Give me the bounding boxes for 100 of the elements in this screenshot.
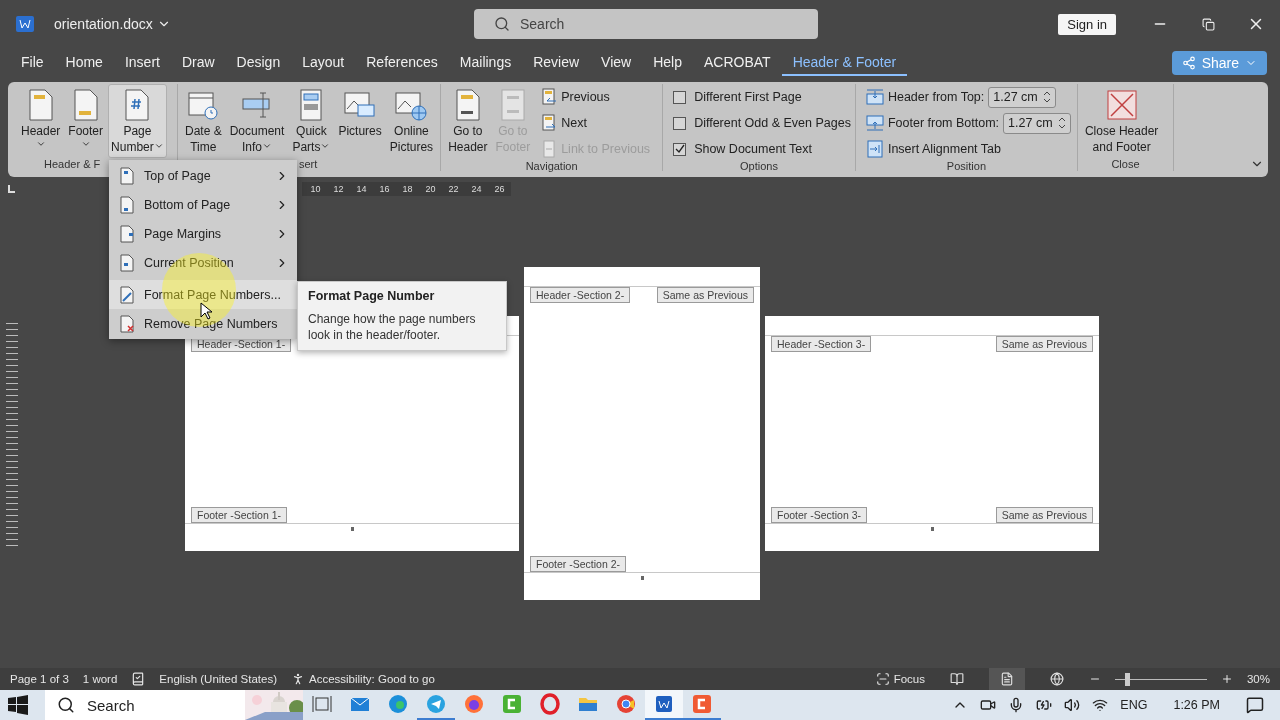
- field-label: Header from Top:: [887, 90, 985, 104]
- input-language[interactable]: ENG: [1120, 698, 1148, 712]
- language[interactable]: English (United States): [159, 673, 277, 685]
- wifi-icon[interactable]: [1092, 697, 1109, 713]
- ribbon-button[interactable]: Go to Header: [445, 84, 491, 158]
- ribbon-tab[interactable]: Draw: [170, 50, 226, 76]
- ruler-number: 10: [309, 184, 322, 194]
- ribbon-command[interactable]: Next: [541, 112, 651, 134]
- spin-arrows-icon[interactable]: [1043, 90, 1052, 104]
- word-count[interactable]: 1 word: [82, 673, 118, 685]
- page-number-icon: [123, 89, 152, 121]
- footer-tag: Footer -Section 3-: [771, 506, 868, 523]
- checkbox[interactable]: [673, 142, 687, 156]
- header-page-icon: [26, 89, 55, 121]
- menu-item[interactable]: Format Page Numbers...: [109, 280, 297, 309]
- zoom-in-icon[interactable]: [1220, 673, 1233, 685]
- field-label: Footer from Bottom:: [887, 116, 1000, 130]
- ribbon-button[interactable]: Document Info: [226, 84, 288, 158]
- ribbon-tab[interactable]: View: [590, 50, 643, 76]
- ribbon-tab[interactable]: Help: [642, 50, 693, 76]
- spin-field[interactable]: 1.27 cm: [988, 86, 1057, 108]
- ribbon-tab[interactable]: Insert: [113, 50, 171, 76]
- taskbar-search-field[interactable]: Search: [45, 690, 303, 720]
- page-icon: [119, 253, 135, 272]
- page-icon: [119, 195, 135, 214]
- clock[interactable]: 1:26 PM: [1173, 698, 1220, 712]
- ribbon-command[interactable]: Previous: [541, 86, 651, 108]
- camera-icon[interactable]: [980, 697, 997, 713]
- print-layout-icon[interactable]: [988, 668, 1025, 690]
- ribbon-tab[interactable]: File: [10, 50, 55, 76]
- ribbon-button[interactable]: Pictures: [335, 84, 385, 158]
- caret-icon: [35, 139, 46, 149]
- ribbon-tab[interactable]: References: [355, 50, 449, 76]
- ribbon-tab[interactable]: Home: [54, 50, 114, 76]
- search-field[interactable]: Search: [474, 9, 818, 39]
- checkbox[interactable]: [673, 90, 687, 104]
- browser-icon[interactable]: [539, 693, 561, 715]
- ribbon-button[interactable]: Close Header and Footer: [1081, 84, 1162, 158]
- ribbon-button[interactable]: Date & Time: [182, 84, 225, 158]
- caret-icon: [80, 139, 91, 149]
- ribbon-button[interactable]: Page Number: [108, 84, 167, 158]
- ribbon-tab[interactable]: Design: [225, 50, 292, 76]
- page-number-mark: [640, 575, 644, 580]
- zoom-level[interactable]: 30%: [1246, 673, 1270, 685]
- checkbox-label: Different Odd & Even Pages: [694, 116, 851, 130]
- group-label: Position: [945, 160, 987, 172]
- page-number-mark: [930, 526, 934, 531]
- document-app-icon[interactable]: [653, 693, 675, 715]
- group-label: Close: [1110, 158, 1141, 171]
- editor-app-icon[interactable]: [501, 693, 523, 715]
- restore-icon[interactable]: [1201, 17, 1215, 31]
- ruler-number: 26: [493, 184, 506, 194]
- ribbon-tab[interactable]: Mailings: [448, 50, 523, 76]
- menu-item[interactable]: Top of Page: [109, 161, 297, 190]
- checkbox[interactable]: [673, 116, 687, 130]
- menu-item[interactable]: Remove Page Numbers: [109, 309, 297, 338]
- caret-icon: [320, 141, 331, 151]
- ribbon-command[interactable]: Insert Alignment Tab: [865, 138, 1072, 160]
- ribbon-button[interactable]: Header: [18, 84, 64, 158]
- browser-icon[interactable]: [387, 693, 409, 715]
- page-count[interactable]: Page 1 of 3: [10, 673, 69, 685]
- go-to-footer-icon: [498, 89, 527, 121]
- proofing-icon[interactable]: [131, 672, 146, 686]
- ribbon-tab[interactable]: Layout: [291, 50, 356, 76]
- focus-button[interactable]: Focus: [875, 672, 925, 686]
- zoom-thumb[interactable]: [1124, 672, 1130, 686]
- recorder-app-icon[interactable]: [691, 693, 713, 715]
- menu-item[interactable]: Bottom of Page: [109, 190, 297, 219]
- group-label: Options: [739, 160, 779, 172]
- go-to-header-icon: [453, 89, 482, 121]
- accessibility-status[interactable]: Accessibility: Good to go: [291, 672, 435, 686]
- document-app-icon: [16, 16, 34, 32]
- ruler-number: 20: [424, 184, 437, 194]
- footer-tag: Footer -Section 2-: [530, 555, 627, 572]
- document-title[interactable]: orientation.docx: [54, 16, 454, 32]
- volume-icon[interactable]: [1064, 697, 1081, 713]
- notification-icon[interactable]: [1246, 696, 1264, 714]
- ribbon-tab[interactable]: ACROBAT: [693, 50, 782, 76]
- tab-stop-icon[interactable]: [8, 185, 15, 193]
- search-icon: [57, 696, 75, 714]
- ribbon-button[interactable]: Footer: [65, 84, 107, 158]
- remove-page-icon: [119, 314, 135, 333]
- menu-item[interactable]: Current Position: [109, 248, 297, 277]
- paper-plane-icon[interactable]: [425, 693, 447, 715]
- menu-item[interactable]: Page Margins: [109, 219, 297, 248]
- task-view-icon[interactable]: [311, 693, 333, 715]
- ribbon-tab[interactable]: Review: [522, 50, 591, 76]
- search-icon: [494, 16, 510, 32]
- ribbon-button[interactable]: Online Pictures: [386, 84, 437, 158]
- alignment-tab-icon: [865, 140, 884, 158]
- browser-icon[interactable]: [615, 693, 637, 715]
- spin-field[interactable]: 1.27 cm: [1003, 112, 1072, 134]
- browser-icon[interactable]: [463, 693, 485, 715]
- spin-arrows-icon[interactable]: [1058, 116, 1067, 130]
- close-icon[interactable]: [1105, 89, 1138, 121]
- ribbon-button[interactable]: Quick Parts: [289, 84, 334, 158]
- ribbon-tab[interactable]: Header & Footer: [781, 50, 908, 76]
- sign-in-button[interactable]: Sign in: [1058, 13, 1116, 35]
- battery-icon[interactable]: [1036, 697, 1053, 713]
- caret-icon: [153, 141, 164, 151]
